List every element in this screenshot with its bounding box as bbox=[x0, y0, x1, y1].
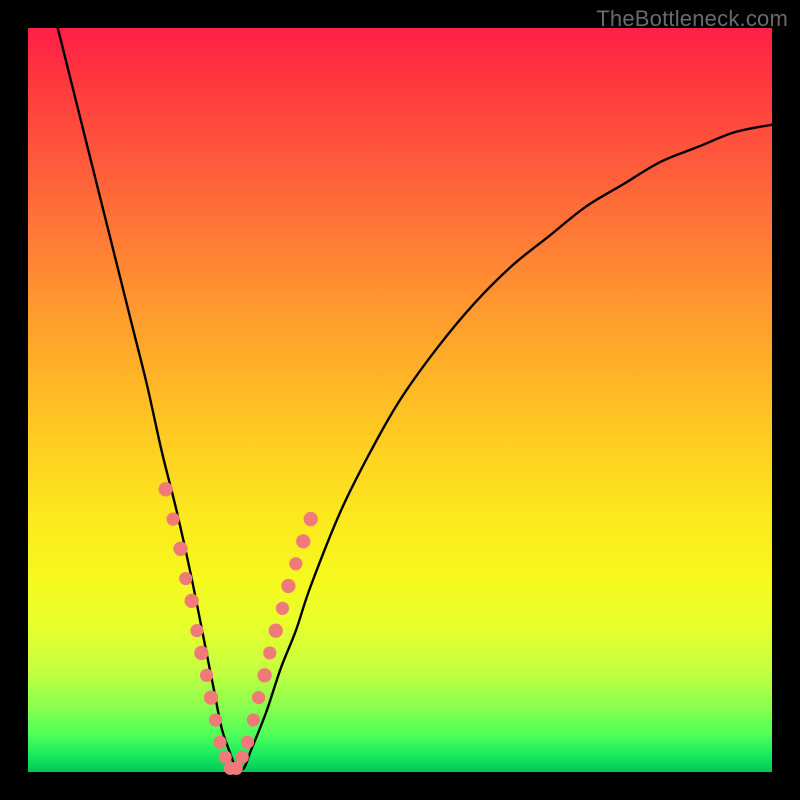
marker-dot bbox=[296, 534, 310, 548]
marker-dot bbox=[194, 646, 208, 660]
marker-dot bbox=[173, 542, 187, 556]
marker-dot bbox=[252, 691, 265, 704]
marker-dot bbox=[269, 623, 283, 637]
marker-dot bbox=[190, 624, 203, 637]
watermark-text: TheBottleneck.com bbox=[596, 6, 788, 32]
marker-dot bbox=[276, 602, 289, 615]
marker-dot bbox=[241, 736, 254, 749]
marker-dot bbox=[304, 512, 318, 526]
marker-dot bbox=[200, 669, 213, 682]
marker-dots-group bbox=[158, 482, 317, 775]
marker-dot bbox=[247, 713, 260, 726]
curve-line bbox=[58, 28, 772, 771]
marker-dot bbox=[204, 690, 218, 704]
marker-dot bbox=[213, 736, 226, 749]
marker-dot bbox=[230, 762, 243, 775]
marker-dot bbox=[263, 646, 276, 659]
marker-dot bbox=[158, 482, 172, 496]
marker-dot bbox=[257, 668, 271, 682]
curve-line-group bbox=[58, 28, 772, 771]
chart-frame: TheBottleneck.com bbox=[0, 0, 800, 800]
plot-area bbox=[28, 28, 772, 772]
marker-dot bbox=[209, 713, 222, 726]
marker-dot bbox=[166, 512, 179, 525]
marker-dot bbox=[281, 579, 295, 593]
marker-dot bbox=[179, 572, 192, 585]
marker-dot bbox=[289, 557, 302, 570]
marker-dot bbox=[236, 751, 249, 764]
chart-svg bbox=[28, 28, 772, 772]
marker-dot bbox=[185, 594, 199, 608]
